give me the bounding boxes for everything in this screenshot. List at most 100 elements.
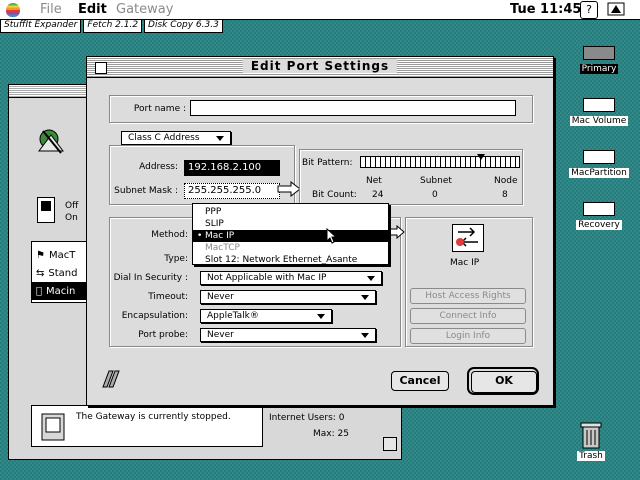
address-class-popup[interactable]: Class C Address bbox=[121, 131, 231, 145]
checkmark-icon: • bbox=[197, 231, 203, 241]
chevron-down-icon bbox=[367, 276, 375, 281]
macip-icon bbox=[452, 224, 484, 252]
gateway-logo-icon bbox=[101, 369, 121, 389]
macip-label: Mac IP bbox=[450, 258, 480, 268]
app-tab-stuffit[interactable]: StuffIt Expander bbox=[0, 20, 82, 33]
method-option-slip[interactable]: SLIP bbox=[193, 218, 388, 230]
subnet-mask-input[interactable]: 255.255.255.0 bbox=[184, 183, 280, 199]
address-input[interactable]: 192.168.2.100 bbox=[184, 160, 280, 176]
method-popup-menu[interactable]: PPP SLIP • Mac IP MacTCP Slot 12: Networ… bbox=[192, 203, 389, 265]
menu-edit[interactable]: Edit bbox=[78, 2, 107, 17]
desktop-icon-label: Primary bbox=[579, 64, 619, 74]
timeout-label: Timeout: bbox=[148, 292, 188, 302]
resize-box[interactable] bbox=[383, 437, 397, 451]
method-label: Method: bbox=[151, 230, 188, 240]
dial-in-security-label: Dial In Security : bbox=[113, 273, 188, 283]
encapsulation-label: Encapsulation: bbox=[121, 311, 188, 321]
timeout-popup[interactable]: Never bbox=[200, 290, 376, 304]
desktop-icon-label: Mac Volume bbox=[569, 116, 629, 126]
port-list-item-selected[interactable]: Macin bbox=[32, 282, 94, 300]
address-group: Address: 192.168.2.100 Subnet Mask : 255… bbox=[109, 145, 295, 205]
chevron-down-icon bbox=[361, 333, 369, 338]
switch-on-label: On bbox=[65, 213, 78, 223]
right-arrow-icon bbox=[387, 224, 405, 240]
apple-icon:  bbox=[36, 286, 42, 297]
encapsulation-popup[interactable]: AppleTalk® bbox=[200, 309, 332, 323]
app-tab-diskcopy[interactable]: Disk Copy 6.3.3 bbox=[144, 20, 223, 33]
connection-group: Mac IP Host Access Rights Connect Info L… bbox=[405, 217, 533, 347]
slider-thumb-icon[interactable] bbox=[477, 154, 485, 160]
menu-bar: File Edit Gateway Tue 11:45 ? bbox=[0, 0, 640, 20]
bit-pattern-slider[interactable] bbox=[360, 154, 520, 168]
dialog-title: Edit Port Settings bbox=[242, 59, 398, 73]
bit-pattern-label: Bit Pattern: bbox=[302, 158, 353, 168]
application-menu-icon[interactable] bbox=[606, 1, 630, 17]
disk-icon bbox=[583, 202, 615, 216]
bit-count-node: 8 bbox=[502, 190, 508, 200]
port-list[interactable]: ⚑MacT ⇆Stand Macin bbox=[31, 241, 94, 303]
bit-count-label: Bit Count: bbox=[312, 190, 357, 200]
network-icon: ⇆ bbox=[36, 267, 45, 279]
desktop-icon-label: Recovery bbox=[576, 220, 622, 230]
chevron-down-icon bbox=[317, 314, 325, 319]
method-option-mactcp: MacTCP bbox=[205, 243, 240, 253]
chevron-down-icon bbox=[216, 136, 224, 141]
port-name-group: Port name : bbox=[109, 95, 533, 123]
subnet-mask-label: Subnet Mask : bbox=[114, 186, 178, 196]
bit-count-net: 24 bbox=[372, 190, 384, 200]
login-info-button[interactable]: Login Info bbox=[410, 328, 526, 344]
desktop-icon-recovery[interactable]: Recovery bbox=[564, 202, 634, 230]
gateway-status-text: The Gateway is currently stopped. bbox=[76, 412, 231, 422]
bit-header-net: Net bbox=[366, 176, 382, 186]
application-tab-strip: StuffIt Expander Fetch 2.1.2 Disk Copy 6… bbox=[0, 20, 225, 33]
switch-off-label: Off bbox=[65, 201, 79, 211]
dialog-title-bar[interactable]: Edit Port Settings bbox=[87, 57, 553, 78]
power-switch[interactable] bbox=[37, 197, 55, 223]
address-label: Address: bbox=[139, 162, 178, 172]
menu-gateway[interactable]: Gateway bbox=[116, 2, 173, 17]
ok-button-ring: OK bbox=[467, 367, 539, 395]
gateway-icon bbox=[35, 125, 69, 159]
chevron-down-icon bbox=[361, 295, 369, 300]
mactcp-icon: ⚑ bbox=[36, 249, 45, 261]
desktop-icon-label: Trash bbox=[577, 451, 605, 461]
port-name-input[interactable] bbox=[190, 100, 516, 116]
ok-button[interactable]: OK bbox=[471, 371, 537, 393]
method-option-slot12[interactable]: Slot 12: Network Ethernet_Asante bbox=[193, 254, 388, 266]
disk-icon bbox=[583, 98, 615, 112]
cancel-button[interactable]: Cancel bbox=[391, 371, 449, 391]
menu-clock[interactable]: Tue 11:45 bbox=[510, 2, 581, 17]
document-icon bbox=[38, 412, 68, 442]
menu-file[interactable]: File bbox=[40, 2, 62, 17]
host-access-rights-button[interactable]: Host Access Rights bbox=[410, 288, 526, 304]
type-label: Type: bbox=[164, 254, 188, 264]
port-list-item[interactable]: ⚑ MacT bbox=[36, 246, 75, 264]
close-box[interactable] bbox=[95, 62, 107, 74]
desktop-icon-macpartition[interactable]: MacPartition bbox=[564, 150, 634, 178]
disk-icon bbox=[583, 150, 615, 164]
port-list-item[interactable]: ⇆ Stand bbox=[36, 264, 77, 282]
bit-pattern-group: Bit Pattern: Net Subnet Node Bit Count: … bbox=[299, 149, 523, 205]
app-tab-fetch[interactable]: Fetch 2.1.2 bbox=[83, 20, 143, 33]
bit-header-subnet: Subnet bbox=[420, 176, 452, 186]
status-panel: The Gateway is currently stopped. bbox=[31, 405, 263, 447]
connect-info-button[interactable]: Connect Info bbox=[410, 308, 526, 324]
method-option-ppp[interactable]: PPP bbox=[193, 206, 388, 218]
desktop-icon-label: MacPartition bbox=[569, 168, 629, 178]
desktop-icon-primary[interactable]: Primary bbox=[564, 46, 634, 74]
bit-count-subnet: 0 bbox=[432, 190, 438, 200]
apple-menu-icon[interactable] bbox=[6, 3, 20, 17]
dial-in-security-popup[interactable]: Not Applicable with Mac IP bbox=[200, 271, 382, 285]
desktop-icon-mac-volume[interactable]: Mac Volume bbox=[564, 98, 634, 126]
port-probe-label: Port probe: bbox=[138, 330, 188, 340]
max-users-text: Max: 25 bbox=[313, 429, 349, 439]
mouse-pointer-icon bbox=[326, 227, 338, 244]
trash-icon bbox=[580, 420, 602, 450]
right-arrow-icon bbox=[277, 180, 301, 198]
port-probe-popup[interactable]: Never bbox=[200, 328, 376, 342]
disk-icon bbox=[583, 46, 615, 60]
desktop-icon-trash[interactable]: Trash bbox=[556, 420, 626, 461]
internet-users-text: Internet Users: 0 bbox=[269, 413, 345, 423]
method-option-mac-ip[interactable]: • Mac IP bbox=[193, 230, 388, 242]
help-menu-icon[interactable]: ? bbox=[580, 1, 598, 19]
